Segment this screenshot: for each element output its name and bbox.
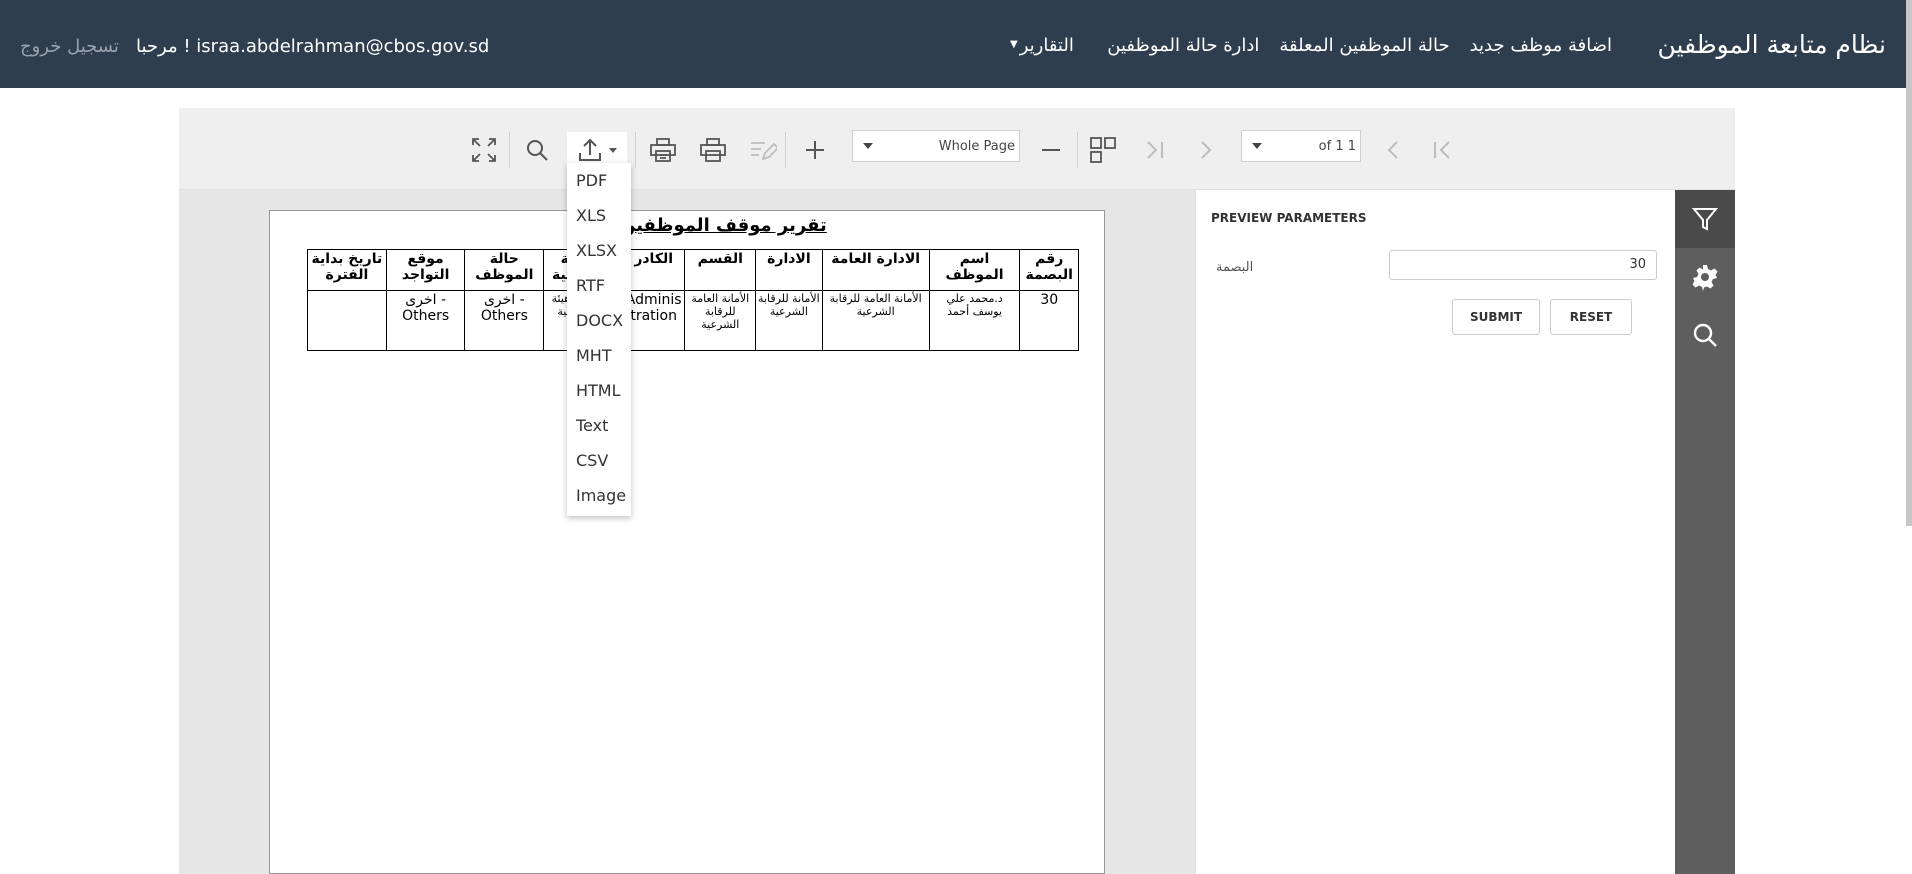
export-option-text[interactable]: Text xyxy=(567,408,631,443)
next-page-icon[interactable] xyxy=(1188,132,1224,168)
column-header: رقم البصمة xyxy=(1019,249,1079,291)
table-cell: Administration xyxy=(621,290,686,351)
filter-icon[interactable] xyxy=(1675,190,1735,248)
page-scrollbar[interactable] xyxy=(1906,0,1912,526)
fullscreen-icon[interactable] xyxy=(466,132,502,168)
report-table: رقم البصمة اسم الموظف الادارة العامة الا… xyxy=(307,249,1079,351)
table-cell: - اخرى Others xyxy=(464,290,545,351)
prev-page-icon[interactable] xyxy=(1375,132,1411,168)
print-icon[interactable] xyxy=(695,132,731,168)
multipage-icon[interactable] xyxy=(1085,132,1121,168)
column-header: موقع التواجد xyxy=(385,249,466,291)
column-header: الكادر xyxy=(621,249,686,291)
reset-button[interactable]: RESET xyxy=(1550,299,1632,335)
chevron-down-icon xyxy=(1252,143,1262,149)
first-page-icon[interactable] xyxy=(1424,132,1460,168)
column-header: الادارة xyxy=(755,249,823,291)
logout-link[interactable]: تسجيل خروج xyxy=(20,36,119,57)
search-icon[interactable] xyxy=(519,132,555,168)
column-header: تاريخ بداية الفترة xyxy=(307,249,387,291)
nav-reports-label: التقارير xyxy=(1019,35,1074,56)
nav-add-employee[interactable]: اضافة موظف جديد xyxy=(1470,35,1612,56)
export-option-xlsx[interactable]: XLSX xyxy=(567,233,631,268)
fingerprint-input[interactable]: 30 xyxy=(1389,250,1657,280)
zoom-in-icon[interactable] xyxy=(797,132,833,168)
column-header: حالة الموظف xyxy=(464,249,545,291)
side-tabs xyxy=(1675,190,1735,874)
table-cell: الأمانة العامة للرقابة الشرعية xyxy=(684,290,757,351)
report-title: تقرير موقف الموظفين xyxy=(620,215,827,236)
column-header: الادارة العامة xyxy=(821,249,930,291)
export-option-csv[interactable]: CSV xyxy=(567,443,631,478)
export-option-pdf[interactable]: PDF xyxy=(567,163,631,198)
app-brand[interactable]: نظام متابعة الموظفين xyxy=(1658,30,1886,59)
table-row: 30 د.محمد علي يوسف أحمد الأمانة العامة ل… xyxy=(307,290,1079,351)
table-cell: 30 xyxy=(1019,290,1079,351)
zoom-select[interactable]: Whole Page xyxy=(852,130,1020,162)
submit-button[interactable]: SUBMIT xyxy=(1452,299,1540,335)
last-page-icon[interactable] xyxy=(1137,132,1173,168)
page-select[interactable]: of 1 1 xyxy=(1241,130,1361,162)
viewer-toolbar: Whole Page of 1 1 xyxy=(179,108,1735,190)
column-header: اسم الموظف xyxy=(928,249,1021,291)
export-option-docx[interactable]: DOCX xyxy=(567,303,631,338)
export-option-image[interactable]: Image xyxy=(567,478,631,513)
zoom-out-icon[interactable] xyxy=(1033,132,1069,168)
table-cell xyxy=(307,290,387,351)
export-option-rtf[interactable]: RTF xyxy=(567,268,631,303)
param-label: البصمة xyxy=(1216,260,1254,275)
table-cell: د.محمد علي يوسف أحمد xyxy=(928,290,1021,351)
column-header: القسم xyxy=(684,249,757,291)
export-option-mht[interactable]: MHT xyxy=(567,338,631,373)
edit-icon[interactable] xyxy=(745,132,781,168)
print-page-icon[interactable] xyxy=(645,132,681,168)
nav-links: اضافة موظف جديد حالة الموظفين المعلقة اد… xyxy=(1107,35,1612,56)
report-viewer: Whole Page of 1 1 تقرير موقف الموظفين رق… xyxy=(179,108,1735,874)
table-cell: - اخرى Others xyxy=(385,290,466,351)
nav-manage-status[interactable]: ادارة حالة الموظفين xyxy=(1107,35,1259,56)
chevron-down-icon xyxy=(863,143,873,149)
table-header-row: رقم البصمة اسم الموظف الادارة العامة الا… xyxy=(307,249,1079,291)
caret-down-icon: ▼ xyxy=(1010,39,1018,50)
top-navbar: نظام متابعة الموظفين اضافة موظف جديد حال… xyxy=(0,0,1912,88)
chevron-down-icon xyxy=(609,147,617,153)
search-icon[interactable] xyxy=(1675,306,1735,364)
export-option-html[interactable]: HTML xyxy=(567,373,631,408)
gear-icon[interactable] xyxy=(1675,248,1735,306)
table-cell: الأمانة العامة للرقابة الشرعية xyxy=(821,290,930,351)
panel-title: PREVIEW PARAMETERS xyxy=(1211,211,1367,225)
report-page: تقرير موقف الموظفين رقم البصمة اسم الموظ… xyxy=(269,210,1105,874)
nav-reports-dropdown[interactable]: ▼ التقارير xyxy=(1010,35,1074,56)
table-cell: الأمانة للرقابة الشرعية xyxy=(755,290,823,351)
export-option-xls[interactable]: XLS xyxy=(567,198,631,233)
export-format-menu: PDF XLS XLSX RTF DOCX MHT HTML Text CSV … xyxy=(567,163,631,516)
nav-pending-employees[interactable]: حالة الموظفين المعلقة xyxy=(1279,35,1449,56)
export-icon xyxy=(579,138,601,161)
preview-parameters-panel: PREVIEW PARAMETERS البصمة 30 SUBMIT RESE… xyxy=(1195,190,1675,874)
welcome-text: مرحبا ! israa.abdelrahman@cbos.gov.sd xyxy=(136,36,490,57)
